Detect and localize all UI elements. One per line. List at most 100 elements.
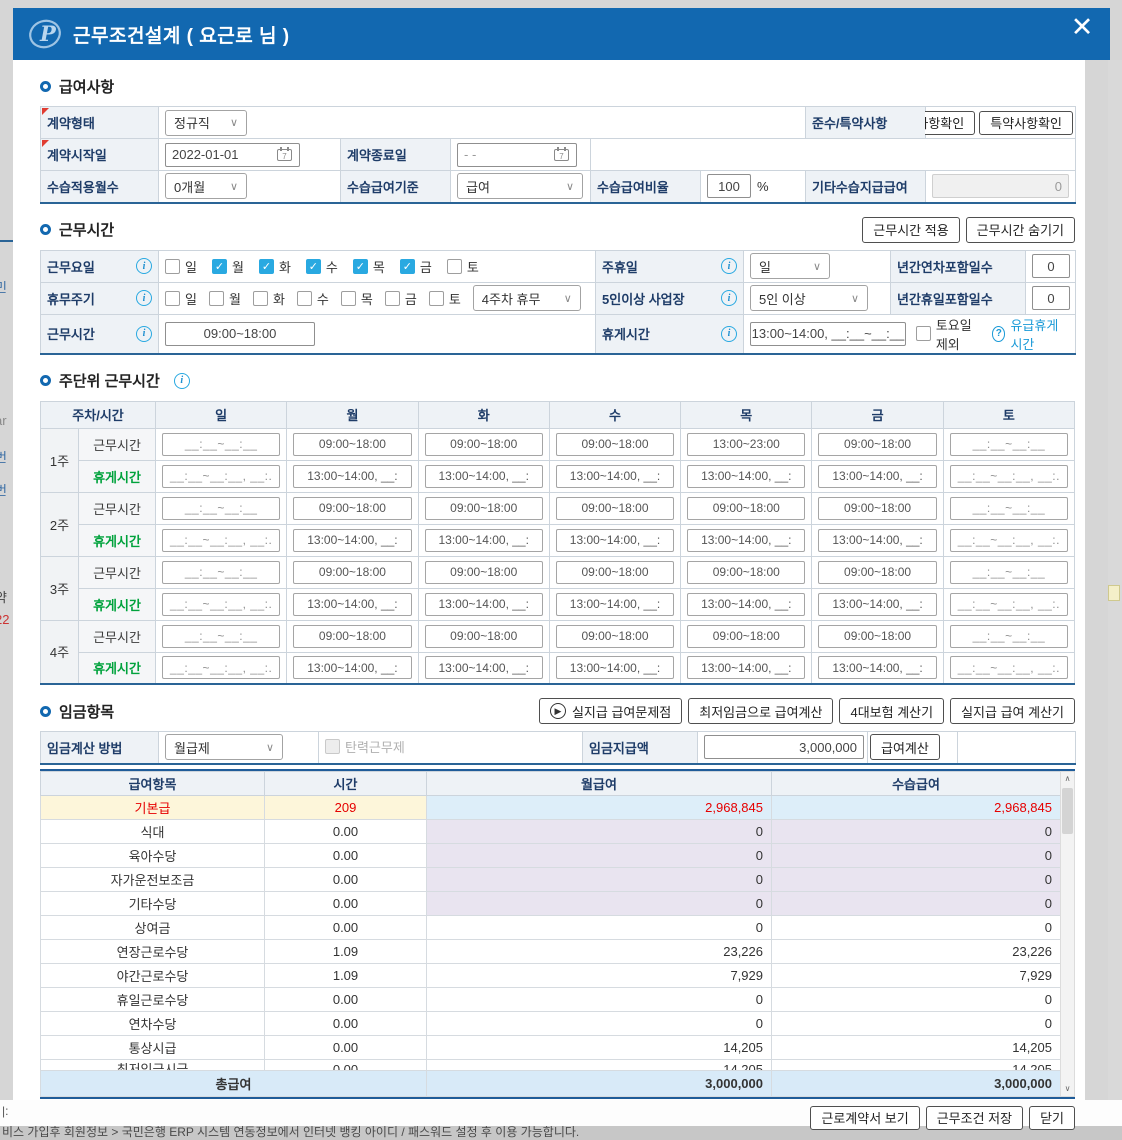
checkbox-unchecked-icon[interactable] bbox=[165, 259, 180, 274]
schedule-cell-input[interactable]: 13:00~14:00, __: bbox=[293, 656, 411, 679]
schedule-cell-input[interactable]: 09:00~18:00 bbox=[687, 497, 805, 520]
view-contract-button[interactable]: 근로계약서 보기 bbox=[810, 1106, 919, 1130]
checkbox-checked-icon[interactable]: ✓ bbox=[259, 259, 274, 274]
schedule-cell-input[interactable]: __:__~__:__, __:. bbox=[950, 656, 1068, 679]
schedule-cell-input[interactable]: 13:00~14:00, __: bbox=[556, 529, 674, 552]
schedule-cell-input[interactable]: __:__~__:__, __:. bbox=[950, 593, 1068, 616]
schedule-cell-input[interactable]: 09:00~18:00 bbox=[425, 497, 543, 520]
restcycle-checkbox-2[interactable]: 화 bbox=[253, 289, 285, 308]
close-button[interactable]: 닫기 bbox=[1029, 1106, 1075, 1130]
workday-checkbox-0[interactable]: 일 bbox=[165, 257, 197, 276]
close-icon[interactable]: ✕ bbox=[1062, 10, 1102, 46]
pay-calc-button[interactable]: 급여계산 bbox=[870, 734, 940, 760]
schedule-cell-input[interactable]: __:__~__:__ bbox=[950, 497, 1068, 520]
annual-leave-input[interactable]: 0 bbox=[1032, 254, 1070, 278]
minwage-calc-button[interactable]: 최저임금으로 급여계산 bbox=[688, 698, 833, 724]
schedule-cell-input[interactable]: __:__~__:__, __:. bbox=[950, 529, 1068, 552]
weekly-holiday-select[interactable]: 일 ∨ bbox=[750, 253, 830, 279]
scroll-down-icon[interactable]: ∨ bbox=[1061, 1082, 1074, 1096]
schedule-cell-input[interactable]: 09:00~18:00 bbox=[293, 625, 411, 648]
calc-method-select[interactable]: 월급제 ∨ bbox=[165, 734, 283, 760]
probation-months-select[interactable]: 0개월 ∨ bbox=[165, 173, 247, 199]
calendar-icon[interactable]: 7 bbox=[554, 147, 570, 162]
schedule-cell-input[interactable]: 09:00~18:00 bbox=[818, 625, 936, 648]
checkbox-unchecked-icon[interactable] bbox=[385, 291, 400, 306]
checkbox-unchecked-icon[interactable] bbox=[297, 291, 312, 306]
restcycle-checkbox-4[interactable]: 목 bbox=[341, 289, 373, 308]
restcycle-checkbox-0[interactable]: 일 bbox=[165, 289, 197, 308]
schedule-cell-input[interactable]: __:__~__:__ bbox=[162, 625, 280, 648]
schedule-cell-input[interactable]: 13:00~14:00, __: bbox=[425, 593, 543, 616]
schedule-cell-input[interactable]: 13:00~14:00, __: bbox=[818, 593, 936, 616]
info-icon[interactable]: i bbox=[174, 373, 190, 389]
schedule-cell-input[interactable]: 09:00~18:00 bbox=[556, 497, 674, 520]
schedule-cell-input[interactable]: 13:00~23:00 bbox=[687, 433, 805, 456]
worktime-apply-button[interactable]: 근무시간 적용 bbox=[862, 217, 959, 243]
calendar-icon[interactable]: 7 bbox=[277, 147, 293, 162]
checkbox-checked-icon[interactable]: ✓ bbox=[400, 259, 415, 274]
schedule-cell-input[interactable]: 13:00~14:00, __: bbox=[293, 465, 411, 488]
info-icon[interactable]: i bbox=[136, 258, 152, 274]
checkbox-unchecked-icon[interactable] bbox=[341, 291, 356, 306]
probation-basis-select[interactable]: 급여 ∨ bbox=[457, 173, 583, 199]
schedule-cell-input[interactable]: 13:00~14:00, __: bbox=[425, 656, 543, 679]
restcycle-checkbox-3[interactable]: 수 bbox=[297, 289, 329, 308]
worktime-input[interactable]: 09:00~18:00 bbox=[165, 322, 315, 346]
workday-checkbox-2[interactable]: ✓화 bbox=[259, 257, 291, 276]
restcycle-checkbox-5[interactable]: 금 bbox=[385, 289, 417, 308]
checkbox-unchecked-icon[interactable] bbox=[209, 291, 224, 306]
annual-holiday-input[interactable]: 0 bbox=[1032, 286, 1070, 310]
schedule-cell-input[interactable]: 13:00~14:00, __: bbox=[556, 465, 674, 488]
workday-checkbox-4[interactable]: ✓목 bbox=[353, 257, 385, 276]
worktime-hide-button[interactable]: 근무시간 숨기기 bbox=[966, 217, 1075, 243]
schedule-cell-input[interactable]: 09:00~18:00 bbox=[556, 625, 674, 648]
checkbox-unchecked-icon[interactable] bbox=[165, 291, 180, 306]
info-icon[interactable]: i bbox=[136, 290, 152, 306]
netpay-calc-button[interactable]: 실지급 급여 계산기 bbox=[950, 698, 1075, 724]
schedule-cell-input[interactable]: 09:00~18:00 bbox=[425, 561, 543, 584]
schedule-cell-input[interactable]: 09:00~18:00 bbox=[687, 561, 805, 584]
schedule-cell-input[interactable]: __:__~__:__, __:. bbox=[950, 465, 1068, 488]
checkbox-checked-icon[interactable]: ✓ bbox=[212, 259, 227, 274]
info-icon[interactable]: i bbox=[721, 258, 737, 274]
restcycle-checkbox-6[interactable]: 토 bbox=[429, 289, 461, 308]
info-icon[interactable]: i bbox=[721, 290, 737, 306]
info-icon[interactable]: i bbox=[721, 326, 737, 342]
schedule-cell-input[interactable]: 13:00~14:00, __: bbox=[293, 529, 411, 552]
schedule-cell-input[interactable]: 09:00~18:00 bbox=[556, 561, 674, 584]
scroll-up-icon[interactable]: ∧ bbox=[1061, 772, 1074, 786]
end-date-input[interactable]: - - 7 bbox=[457, 143, 577, 167]
schedule-cell-input[interactable]: 13:00~14:00, __: bbox=[293, 593, 411, 616]
schedule-cell-input[interactable]: __:__~__:__ bbox=[950, 433, 1068, 456]
schedule-cell-input[interactable]: __:__~__:__, __:. bbox=[162, 593, 280, 616]
schedule-cell-input[interactable]: 13:00~14:00, __: bbox=[425, 529, 543, 552]
schedule-cell-input[interactable]: 09:00~18:00 bbox=[425, 433, 543, 456]
schedule-cell-input[interactable]: __:__~__:__, __:. bbox=[162, 465, 280, 488]
pay-problem-button[interactable]: ▶ 실지급 급여문제점 bbox=[539, 698, 682, 724]
schedule-cell-input[interactable]: __:__~__:__ bbox=[162, 433, 280, 456]
schedule-cell-input[interactable]: 09:00~18:00 bbox=[818, 433, 936, 456]
contract-type-select[interactable]: 정규직 ∨ bbox=[165, 110, 247, 136]
workday-checkbox-3[interactable]: ✓수 bbox=[306, 257, 338, 276]
schedule-cell-input[interactable]: __:__~__:__ bbox=[162, 497, 280, 520]
special-check-button[interactable]: 특약사항확인 bbox=[979, 111, 1073, 135]
schedule-cell-input[interactable]: 09:00~18:00 bbox=[818, 497, 936, 520]
save-conditions-button[interactable]: 근무조건 저장 bbox=[926, 1106, 1023, 1130]
schedule-cell-input[interactable]: 09:00~18:00 bbox=[425, 625, 543, 648]
breaktime-input[interactable]: 13:00~14:00, __:__~__:__ bbox=[750, 322, 906, 346]
schedule-cell-input[interactable]: 13:00~14:00, __: bbox=[556, 656, 674, 679]
checkbox-unchecked-icon[interactable] bbox=[429, 291, 444, 306]
workday-checkbox-6[interactable]: 토 bbox=[447, 257, 479, 276]
paid-break-link[interactable]: ? 유급휴게시간 bbox=[992, 315, 1069, 353]
schedule-cell-input[interactable]: 13:00~14:00, __: bbox=[818, 656, 936, 679]
schedule-cell-input[interactable]: 09:00~18:00 bbox=[687, 625, 805, 648]
checkbox-unchecked-icon[interactable] bbox=[253, 291, 268, 306]
schedule-cell-input[interactable]: 13:00~14:00, __: bbox=[425, 465, 543, 488]
schedule-cell-input[interactable]: 09:00~18:00 bbox=[293, 561, 411, 584]
schedule-cell-input[interactable]: 13:00~14:00, __: bbox=[556, 593, 674, 616]
info-icon[interactable]: i bbox=[136, 326, 152, 342]
schedule-cell-input[interactable]: 13:00~14:00, __: bbox=[687, 656, 805, 679]
exclude-saturday-checkbox[interactable]: 토요일제외 bbox=[916, 315, 982, 353]
schedule-cell-input[interactable]: 09:00~18:00 bbox=[293, 497, 411, 520]
schedule-cell-input[interactable]: __:__~__:__ bbox=[950, 561, 1068, 584]
